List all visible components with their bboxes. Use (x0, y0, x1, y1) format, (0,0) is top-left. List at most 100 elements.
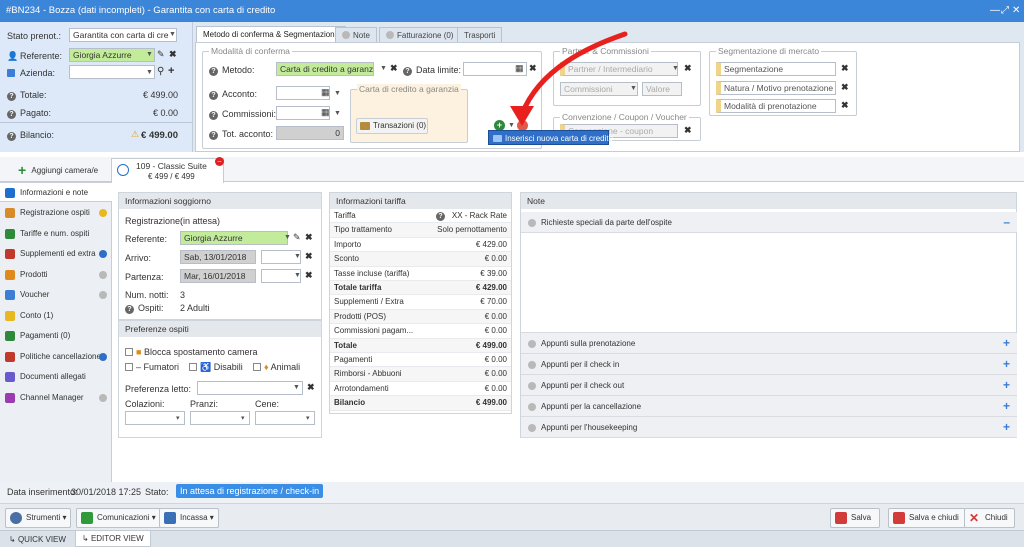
maximize-icon[interactable]: ⤢ (1001, 0, 1009, 22)
edit-icon[interactable]: ✎ (293, 232, 301, 243)
note-item[interactable]: Appunti per il check out + (521, 375, 1017, 396)
clear-icon[interactable]: ✖ (390, 63, 398, 74)
valore-field[interactable]: Valore (642, 82, 682, 96)
blocca-checkbox[interactable]: ■ Blocca spostamento camera (125, 347, 258, 357)
chevron-down-icon[interactable]: ▼ (334, 90, 341, 97)
tariffa-row: Totale € 499.00 (330, 338, 511, 353)
modalita-select[interactable]: Modalità di prenotazione (716, 99, 836, 113)
segmentazione-select[interactable]: Segmentazione (716, 62, 836, 76)
chiudi-button[interactable]: ✕ Chiudi (964, 508, 1015, 528)
strumenti-button[interactable]: Strumenti ▾ (5, 508, 72, 528)
referente-field[interactable]: Giorgia Azzurre (69, 48, 155, 62)
sidebar-item-prodotti[interactable]: Prodotti (0, 265, 112, 285)
incassa-button[interactable]: Incassa ▾ (159, 508, 219, 528)
sidebar-item-pagamenti[interactable]: Pagamenti (0) (0, 326, 112, 346)
toolbar: Strumenti ▾ Comunicazioni ▾ Incassa ▾ Sa… (0, 503, 1024, 530)
clear-icon[interactable]: ✖ (841, 100, 849, 111)
clear-icon[interactable]: ✖ (684, 63, 692, 74)
partenza-field[interactable]: Mar, 16/01/2018 (180, 269, 256, 283)
metodo-select[interactable]: Carta di credito a garanz (276, 62, 374, 76)
clear-icon[interactable]: ✖ (684, 125, 692, 136)
tariffa-row-label: Tariffa (334, 211, 356, 220)
salva-chiudi-button[interactable]: Salva e chiudi (888, 508, 966, 528)
note-richieste[interactable]: Richieste speciali da parte dell'ospite … (521, 212, 1017, 233)
clear-icon[interactable]: ✖ (307, 382, 315, 393)
clear-icon[interactable]: ✖ (305, 232, 313, 243)
expand-icon[interactable]: + (1003, 396, 1010, 417)
chevron-down-icon[interactable]: ▼ (294, 253, 301, 260)
azienda-field[interactable] (69, 65, 155, 79)
letto-select[interactable] (197, 381, 303, 395)
room-tab[interactable]: 109 - Classic Suite € 499 / € 499 – (111, 157, 224, 183)
chevron-down-icon[interactable]: ▼ (146, 69, 153, 76)
animali-checkbox[interactable]: ♦ Animali (253, 362, 300, 372)
close-icon[interactable]: ✕ (1012, 0, 1020, 22)
sidebar-item-registrazione[interactable]: Registrazione ospiti (0, 203, 112, 223)
stepper-icon[interactable]: ▾ (241, 414, 245, 422)
clear-icon[interactable]: ✖ (841, 82, 849, 93)
expand-icon[interactable]: + (1003, 333, 1010, 354)
chevron-down-icon[interactable]: ▼ (284, 234, 291, 241)
add-card-tooltip[interactable]: Inserisci nuova carta di credito (488, 130, 613, 145)
sidebar-item-channel[interactable]: Channel Manager (0, 388, 112, 408)
sidebar-item-voucher[interactable]: Voucher (0, 285, 112, 305)
arrivo-field[interactable]: Sab, 13/01/2018 (180, 250, 256, 264)
chevron-down-icon[interactable]: ▼ (169, 31, 176, 38)
tab-trasporti[interactable]: Trasporti (457, 27, 503, 42)
stato-select[interactable]: Garantita con carta di cre (69, 28, 177, 42)
salva-button[interactable]: Salva (830, 508, 881, 528)
sidebar-item-documenti[interactable]: Documenti allegati (0, 367, 112, 387)
expand-icon[interactable]: + (1003, 375, 1010, 396)
comunicazioni-button[interactable]: Comunicazioni ▾ (76, 508, 161, 528)
stepper-icon[interactable]: ▾ (176, 414, 180, 422)
clear-icon[interactable]: ✖ (841, 63, 849, 74)
note-item[interactable]: Appunti per l'housekeeping + (521, 417, 1017, 438)
tab-note[interactable]: Note (335, 27, 377, 42)
note-item[interactable]: Appunti per il check in + (521, 354, 1017, 375)
booking-summary: Stato prenot.: Garantita con carta di cr… (0, 22, 193, 152)
chevron-down-icon[interactable]: ▼ (672, 65, 679, 72)
disabili-checkbox[interactable]: ♿ Disabili (189, 362, 243, 373)
segmentazione-legend: Segmentazione di mercato (716, 46, 822, 56)
natura-select[interactable]: Natura / Motivo prenotazione (716, 81, 836, 95)
edit-icon[interactable]: ✎ (157, 49, 165, 60)
sidebar-item-politiche[interactable]: Politiche cancellazione (0, 347, 112, 367)
referente-field[interactable]: Giorgia Azzurre (180, 231, 288, 245)
tab-conferma[interactable]: Metodo di conferma & Segmentazione (196, 26, 347, 43)
expand-icon[interactable]: + (1003, 417, 1010, 438)
calculator-icon[interactable]: ▦ (321, 87, 330, 98)
note-item[interactable]: Appunti sulla prenotazione + (521, 333, 1017, 354)
chevron-down-icon[interactable]: ▼ (380, 65, 387, 72)
add-icon[interactable]: + (168, 65, 174, 77)
chevron-down-icon[interactable]: ▼ (630, 85, 637, 92)
collapse-icon[interactable]: – (1003, 212, 1010, 233)
search-icon[interactable]: ⚲ (157, 66, 164, 77)
note-richieste-textarea[interactable] (521, 233, 1016, 333)
sidebar-item-supplementi[interactable]: Supplementi ed extra (0, 244, 112, 264)
soggiorno-box: Informazioni soggiorno Registrazione: (i… (118, 192, 322, 320)
user-icon: 👤 (7, 51, 19, 61)
expand-icon[interactable]: + (1003, 354, 1010, 375)
tab-fatturazione[interactable]: Fatturazione (0) (379, 27, 461, 42)
stepper-icon[interactable]: ▾ (306, 414, 310, 422)
tariffa-row-label: Sconto (334, 254, 359, 264)
clear-icon[interactable]: ✖ (305, 251, 313, 262)
clear-icon[interactable]: ✖ (169, 49, 177, 60)
calculator-icon[interactable]: ▦ (321, 107, 330, 118)
note-item[interactable]: Appunti per la cancellazione + (521, 396, 1017, 417)
add-room-button[interactable]: + Aggiungi camera/e (18, 162, 98, 179)
sidebar-item-conto[interactable]: Conto (1) (0, 306, 112, 326)
transazioni-button[interactable]: Transazioni (0) (356, 118, 428, 134)
chevron-down-icon[interactable]: ▼ (294, 272, 301, 279)
sidebar-item-informazioni[interactable]: Informazioni e note (0, 182, 112, 202)
fumatori-checkbox[interactable]: – Fumatori (125, 362, 179, 372)
close-room-icon[interactable]: – (215, 157, 224, 166)
sidebar-item-tariffe[interactable]: Tariffe e num. ospiti (0, 224, 112, 244)
tab-quick-view[interactable]: ↳ QUICK VIEW (3, 532, 72, 547)
chevron-down-icon[interactable]: ▼ (146, 51, 153, 58)
minimize-icon[interactable]: — (990, 0, 1000, 22)
chevron-down-icon[interactable]: ▼ (334, 110, 341, 117)
clear-icon[interactable]: ✖ (305, 270, 313, 281)
tab-editor-view[interactable]: ↳ EDITOR VIEW (75, 531, 151, 547)
chevron-down-icon[interactable]: ▼ (293, 384, 300, 391)
